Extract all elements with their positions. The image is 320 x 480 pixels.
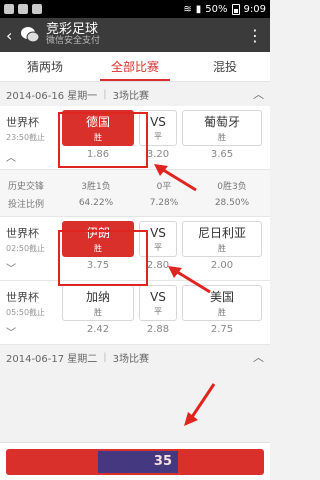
bet-ratio-value: 7.28% bbox=[149, 198, 179, 208]
away-odds: 2.75 bbox=[210, 324, 234, 335]
bottom-bar: 35 bbox=[0, 442, 270, 480]
league-name: 世界杯 bbox=[6, 290, 39, 304]
battery-icon bbox=[231, 3, 240, 15]
chevron-down-icon[interactable]: ﹀ bbox=[6, 260, 62, 275]
vs-label: VS bbox=[150, 114, 166, 129]
app-notification-icon bbox=[32, 4, 42, 14]
clock: 9:09 bbox=[243, 3, 266, 15]
more-dots-icon[interactable]: ⋮ bbox=[247, 26, 264, 45]
bet-ratio-label: 投注比例 bbox=[8, 199, 45, 210]
league-name: 世界杯 bbox=[6, 226, 39, 240]
result-label: 胜 bbox=[218, 133, 226, 142]
deadline-time: 05:50截止 bbox=[6, 307, 46, 317]
date-header[interactable]: 2014-06-17 星期二 | 3场比赛 ︿ bbox=[0, 345, 270, 369]
notification-icons bbox=[4, 4, 42, 14]
app-notification-icon bbox=[4, 4, 14, 14]
signal-icon: ▮ bbox=[195, 3, 202, 15]
league-info: 世界杯 05:50截止 bbox=[6, 289, 62, 318]
away-win-option[interactable]: 尼日利亚 胜 bbox=[182, 221, 262, 257]
match-count: 3场比赛 bbox=[112, 353, 150, 365]
date-label: 2014-06-16 星期一 bbox=[6, 90, 98, 102]
odds-row: ﹀ 2.42 2.88 2.75 bbox=[0, 321, 270, 344]
away-win-option[interactable]: 葡萄牙 胜 bbox=[182, 110, 262, 146]
tab-bar: 猜两场 全部比赛 混投 bbox=[0, 52, 270, 82]
draw-odds: 2.88 bbox=[146, 324, 170, 335]
watermark-logo: 35 bbox=[98, 451, 178, 473]
match-count: 3场比赛 bbox=[112, 90, 150, 102]
result-label: 平 bbox=[154, 306, 162, 316]
result-label: 胜 bbox=[218, 308, 226, 317]
tab-mixed[interactable]: 混投 bbox=[180, 52, 270, 81]
chevron-down-icon[interactable]: ﹀ bbox=[6, 324, 62, 339]
wechat-icon bbox=[21, 27, 40, 43]
history-label: 历史交锋 bbox=[8, 181, 45, 192]
deadline-time: 23:50截止 bbox=[6, 132, 46, 142]
home-team: 加纳 bbox=[85, 290, 110, 304]
history-value: 0胜3负 bbox=[217, 181, 247, 192]
league-name: 世界杯 bbox=[6, 115, 39, 129]
app-bar: ‹ 竞彩足球 微信安全支付 ⋮ bbox=[0, 18, 270, 52]
bet-ratio-value: 28.50% bbox=[214, 198, 250, 208]
result-label: 胜 bbox=[94, 308, 102, 317]
result-label: 胜 bbox=[218, 244, 226, 253]
date-label: 2014-06-17 星期二 bbox=[6, 353, 98, 365]
annotation-arrow-icon bbox=[184, 383, 216, 426]
result-label: 平 bbox=[154, 131, 162, 141]
status-bar: ≋ ▮ 50% 9:09 bbox=[0, 0, 270, 18]
battery-text: 50% bbox=[205, 3, 228, 15]
history-value: 3胜1负 bbox=[81, 181, 111, 192]
highlight-box bbox=[58, 112, 148, 168]
league-info: 世界杯 02:50截止 bbox=[6, 225, 62, 254]
vs-label: VS bbox=[150, 225, 166, 240]
date-header[interactable]: 2014-06-16 星期一 | 3场比赛 ︿ bbox=[0, 82, 270, 106]
away-team: 葡萄牙 bbox=[203, 115, 240, 129]
annotation-arrow-icon bbox=[154, 164, 197, 192]
back-chevron-icon[interactable]: ‹ bbox=[6, 26, 18, 45]
annotation-arrow-icon bbox=[168, 266, 211, 294]
highlight-box bbox=[58, 230, 148, 286]
chevron-up-icon[interactable]: ︿ bbox=[6, 149, 62, 164]
deadline-time: 02:50截止 bbox=[6, 243, 46, 253]
tab-all-matches[interactable]: 全部比赛 bbox=[90, 52, 180, 81]
app-notification-icon bbox=[18, 4, 28, 14]
chevron-up-icon[interactable]: ︿ bbox=[253, 349, 264, 365]
match-row: 世界杯 05:50截止 加纳 胜 VS 平 美国 胜 ﹀ 2.42 2.88 2… bbox=[0, 281, 270, 345]
bet-ratio-value: 64.22% bbox=[78, 198, 114, 208]
away-team: 尼日利亚 bbox=[197, 226, 246, 240]
app-subtitle: 微信安全支付 bbox=[46, 36, 101, 47]
wifi-icon: ≋ bbox=[183, 3, 192, 15]
tab-guess-two[interactable]: 猜两场 bbox=[0, 52, 90, 81]
league-info: 世界杯 23:50截止 bbox=[6, 114, 62, 143]
result-label: 平 bbox=[154, 242, 162, 252]
match-stats: 历史交锋 3胜1负 0平 0胜3负 投注比例 64.22% 7.28% 28.5… bbox=[0, 170, 270, 217]
home-win-option[interactable]: 加纳 胜 bbox=[62, 285, 134, 321]
home-odds: 2.42 bbox=[86, 324, 110, 335]
chevron-up-icon[interactable]: ︿ bbox=[253, 86, 264, 102]
